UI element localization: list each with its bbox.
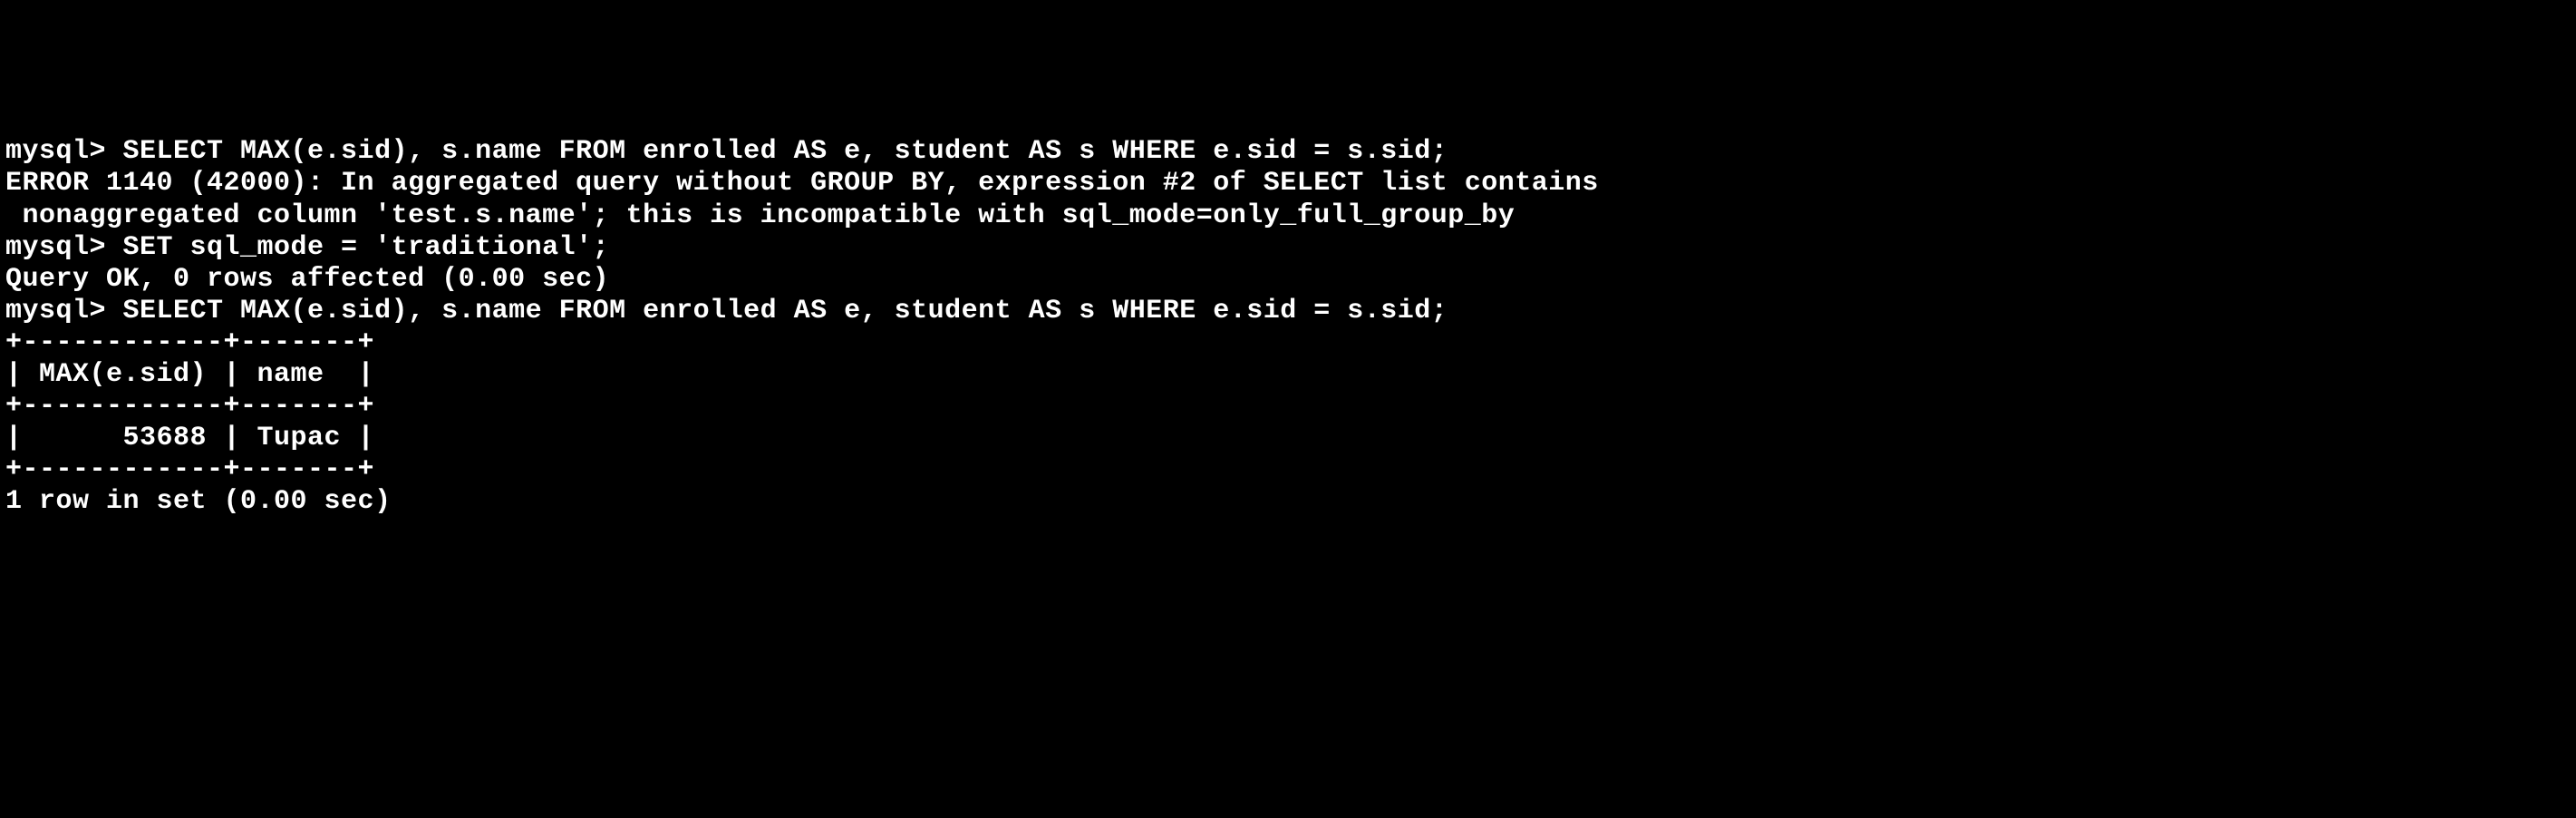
- terminal-line: 1 row in set (0.00 sec): [5, 486, 2571, 518]
- terminal-line: Query OK, 0 rows affected (0.00 sec): [5, 264, 2571, 296]
- terminal-line: mysql> SET sql_mode = 'traditional';: [5, 232, 2571, 264]
- terminal-line: +------------+-------+: [5, 327, 2571, 359]
- terminal-line: nonaggregated column 'test.s.name'; this…: [5, 200, 2571, 232]
- terminal-line: ERROR 1140 (42000): In aggregated query …: [5, 168, 2571, 200]
- terminal-line: | MAX(e.sid) | name |: [5, 359, 2571, 391]
- terminal-output[interactable]: mysql> SELECT MAX(e.sid), s.name FROM en…: [5, 136, 2571, 518]
- terminal-line: mysql> SELECT MAX(e.sid), s.name FROM en…: [5, 296, 2571, 327]
- terminal-line: mysql> SELECT MAX(e.sid), s.name FROM en…: [5, 136, 2571, 168]
- terminal-line: +------------+-------+: [5, 454, 2571, 486]
- terminal-line: +------------+-------+: [5, 391, 2571, 423]
- terminal-line: | 53688 | Tupac |: [5, 423, 2571, 454]
